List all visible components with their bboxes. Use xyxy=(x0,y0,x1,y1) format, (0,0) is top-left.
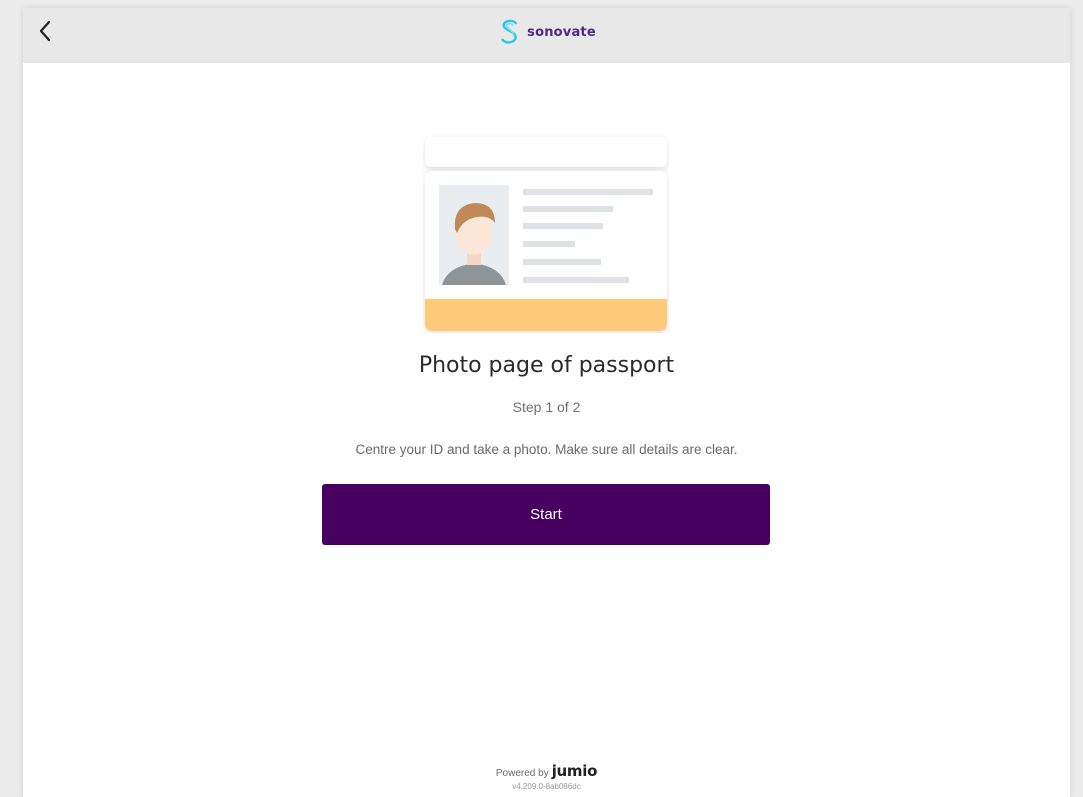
powered-by: Powered by jumio xyxy=(495,762,598,780)
document-title: Photo page of passport xyxy=(418,353,675,378)
sonovate-s-logo-icon xyxy=(500,19,517,44)
start-button[interactable]: Start xyxy=(322,484,770,545)
version-label: v4.209.0-8ab086dc xyxy=(512,782,581,791)
step-indicator: Step 1 of 2 xyxy=(512,399,581,415)
brand: sonovate xyxy=(497,18,596,46)
id-card-passport-illustration xyxy=(425,137,667,331)
top-bar: sonovate xyxy=(23,8,1070,63)
app-window: sonovate Photo page of passport Step 1 o… xyxy=(23,8,1070,797)
footer: Powered by jumio v4.209.0-8ab086dc xyxy=(23,762,1070,791)
powered-by-label: Powered by xyxy=(495,768,549,779)
main-content: Photo page of passport Step 1 of 2 Centr… xyxy=(23,63,1070,797)
instruction-text: Centre your ID and take a photo. Make su… xyxy=(355,442,738,457)
jumio-logo: jumio xyxy=(551,762,598,780)
brand-name: sonovate xyxy=(527,24,596,40)
back-button[interactable] xyxy=(31,16,61,46)
chevron-left-icon xyxy=(39,20,51,42)
